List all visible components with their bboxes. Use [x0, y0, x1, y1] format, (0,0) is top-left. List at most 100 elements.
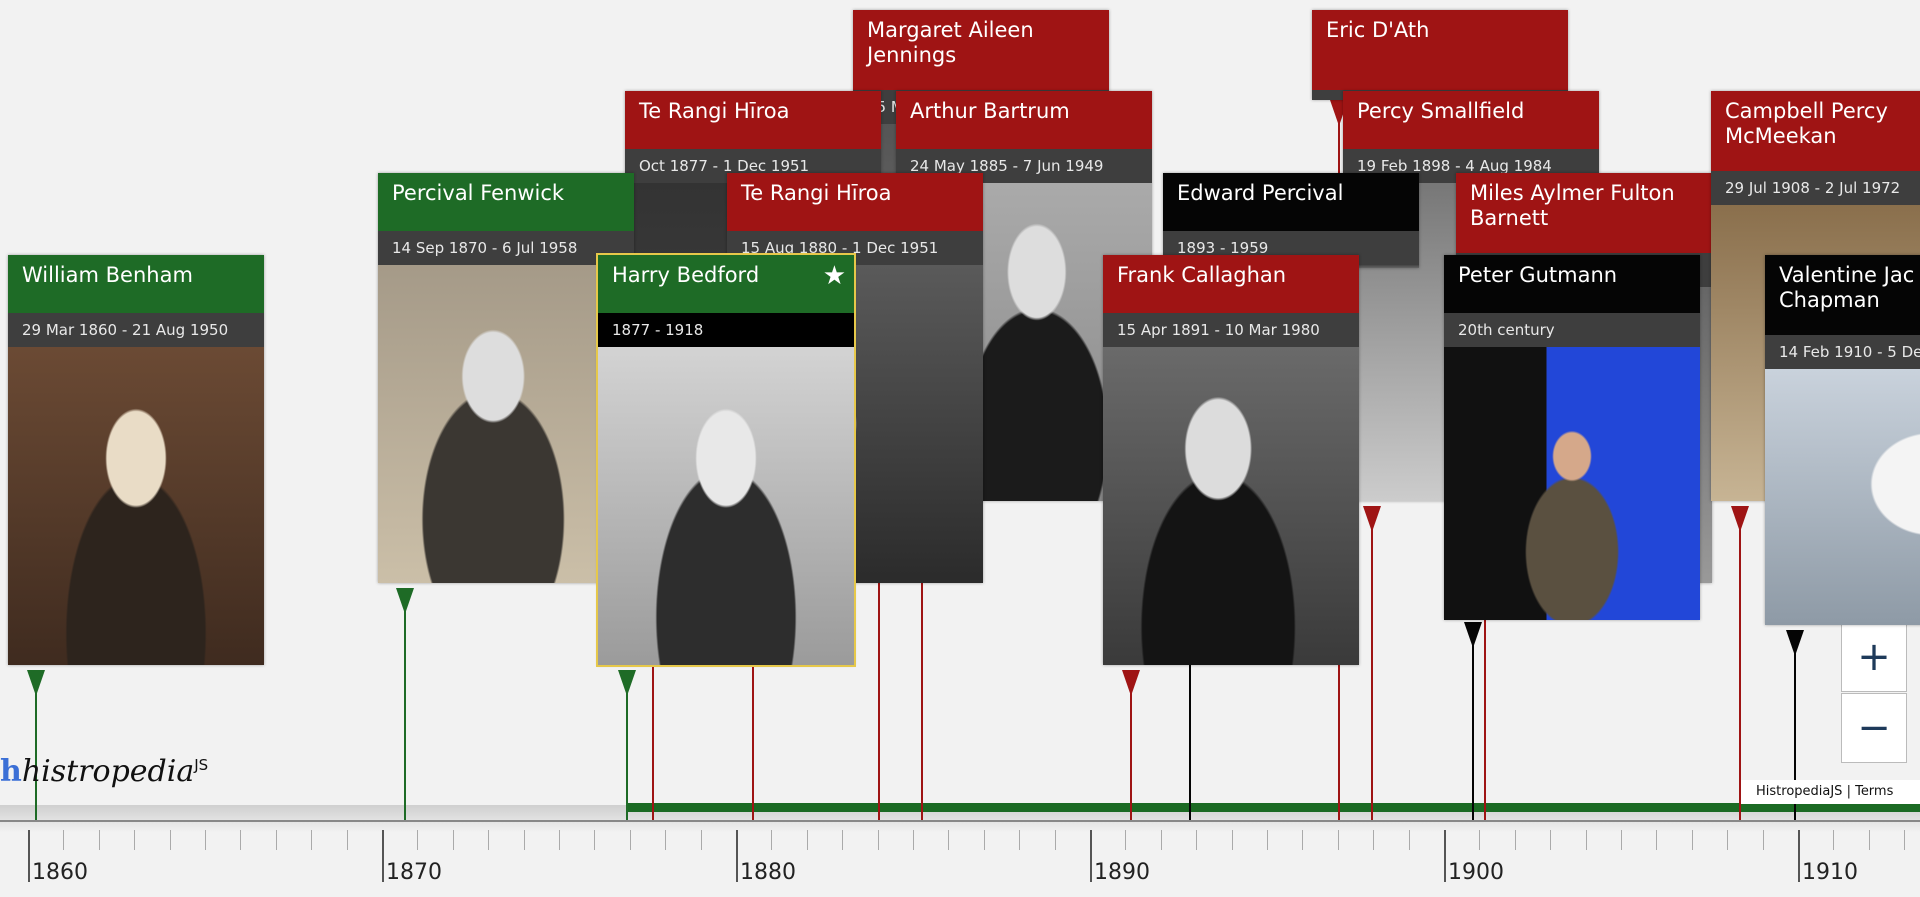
card-stem	[404, 588, 406, 820]
event-card[interactable]: Edward Percival 1893 - 1959	[1163, 173, 1419, 268]
axis-tick	[1160, 830, 1162, 850]
card-stem-pointer	[27, 670, 45, 696]
axis-tick	[1904, 830, 1906, 850]
event-card-dates: 20th century	[1444, 313, 1700, 347]
card-stem-pointer	[1786, 630, 1804, 656]
axis-tick	[559, 830, 560, 850]
selected-range-bar	[626, 803, 1920, 812]
axis-tick	[948, 830, 950, 850]
axis-tick	[1444, 830, 1446, 882]
event-card-dates: 29 Jul 1908 - 2 Jul 1972	[1711, 171, 1920, 205]
event-card[interactable]: Peter Gutmann 20th century	[1444, 255, 1700, 620]
event-card-dates: 1877 - 1918	[598, 313, 854, 347]
event-card-title: Te Rangi Hīroa	[625, 91, 881, 149]
event-card[interactable]: Valentine Jac Chapman 14 Feb 1910 - 5 Dec	[1765, 255, 1920, 625]
zoom-in-button[interactable]: +	[1841, 622, 1907, 692]
event-card-photo	[598, 347, 854, 665]
card-stem-pointer	[618, 670, 636, 696]
axis-tick	[1656, 830, 1658, 850]
event-card-title: Miles Aylmer Fulton Barnett	[1456, 173, 1712, 253]
event-card-dates: 29 Mar 1860 - 21 Aug 1950	[8, 313, 264, 347]
event-card-dates: 14 Feb 1910 - 5 Dec	[1765, 335, 1920, 369]
axis-tick	[771, 830, 773, 850]
card-stem-pointer	[1122, 670, 1140, 696]
event-card-dates: 14 Sep 1870 - 6 Jul 1958	[378, 231, 634, 265]
axis-tick	[134, 830, 136, 850]
event-card-title: Valentine Jac Chapman	[1765, 255, 1920, 335]
axis-tick	[1762, 830, 1764, 850]
axis-year-label: 1890	[1094, 860, 1150, 885]
axis-tick	[913, 830, 914, 850]
event-card-title: Percival Fenwick	[378, 173, 634, 231]
axis-tick	[700, 830, 702, 850]
axis-tick	[665, 830, 667, 850]
time-axis[interactable]	[0, 805, 1920, 897]
axis-tick	[983, 830, 985, 850]
axis-tick	[63, 830, 65, 850]
axis-tick	[1550, 830, 1552, 850]
axis-tick	[1727, 830, 1729, 850]
card-stem	[1484, 588, 1486, 820]
axis-tick	[1798, 830, 1800, 882]
axis-tick	[452, 830, 454, 850]
minus-icon: −	[1857, 705, 1891, 751]
axis-year-label: 1910	[1802, 860, 1858, 885]
card-stem-pointer	[396, 588, 414, 614]
event-card-title: Harry Bedford	[598, 255, 854, 313]
axis-tick	[1302, 830, 1304, 850]
axis-tick	[629, 830, 631, 850]
credit-link[interactable]: HistropediaJS | Terms	[1741, 780, 1920, 804]
axis-tick	[382, 830, 384, 882]
axis-tick	[1585, 830, 1587, 850]
axis-tick	[1833, 830, 1835, 850]
axis-tick	[205, 830, 206, 850]
axis-tick	[417, 830, 419, 850]
axis-tick	[1090, 830, 1092, 882]
plus-icon: +	[1857, 634, 1891, 680]
axis-tick	[240, 830, 242, 850]
axis-year-label: 1870	[386, 860, 442, 885]
logo-mark-icon: h	[0, 754, 22, 789]
histropedia-logo: hhistropediaJS	[0, 754, 208, 789]
axis-tick	[1408, 830, 1410, 850]
event-card-photo	[1103, 347, 1359, 665]
event-card-photo	[1765, 369, 1920, 625]
card-stem-pointer	[1464, 622, 1482, 648]
event-card-title: Margaret Aileen Jennings	[853, 10, 1109, 90]
event-card-photo	[1444, 347, 1700, 620]
axis-tick	[1479, 830, 1481, 850]
event-card-title: Frank Callaghan	[1103, 255, 1359, 313]
card-stem	[1472, 622, 1474, 820]
axis-tick	[842, 830, 844, 850]
zoom-out-button[interactable]: −	[1841, 693, 1907, 763]
star-icon[interactable]: ★	[823, 263, 846, 289]
axis-year-label: 1860	[32, 860, 88, 885]
axis-tick	[98, 830, 100, 850]
axis-tick	[1231, 830, 1233, 850]
event-card-title: Arthur Bartrum	[896, 91, 1152, 149]
event-card-photo	[378, 265, 634, 583]
axis-tick	[28, 830, 30, 882]
axis-line	[0, 820, 1920, 822]
event-card-title: Peter Gutmann	[1444, 255, 1700, 313]
card-stem	[1739, 506, 1741, 820]
axis-tick	[1337, 830, 1339, 850]
event-card[interactable]: William Benham 29 Mar 1860 - 21 Aug 1950	[8, 255, 264, 665]
event-card-title: Campbell Percy McMeekan	[1711, 91, 1920, 171]
axis-tick	[1267, 830, 1268, 850]
event-card-photo	[8, 347, 264, 665]
axis-tick	[1125, 830, 1127, 850]
event-card[interactable]: Harry Bedford 1877 - 1918 ★	[596, 253, 856, 667]
axis-tick	[594, 830, 596, 850]
axis-tick	[1373, 830, 1375, 850]
timeline-stage[interactable]: 1860 1870 1880 1890 1900 1910 William Benham 2…	[0, 0, 1920, 897]
logo-suffix: JS	[194, 756, 209, 774]
axis-tick	[806, 830, 808, 850]
event-card[interactable]: Percival Fenwick 14 Sep 1870 - 6 Jul 1958	[378, 173, 634, 583]
axis-tick	[877, 830, 879, 850]
card-stem	[1371, 506, 1373, 820]
event-card[interactable]: Eric D'Ath25 Mar 1897 - 18 Jun 1979	[1312, 10, 1568, 100]
card-stem-pointer	[1363, 506, 1381, 532]
event-card[interactable]: Frank Callaghan 15 Apr 1891 - 10 Mar 1980	[1103, 255, 1359, 665]
event-card-title: Te Rangi Hīroa	[727, 173, 983, 231]
